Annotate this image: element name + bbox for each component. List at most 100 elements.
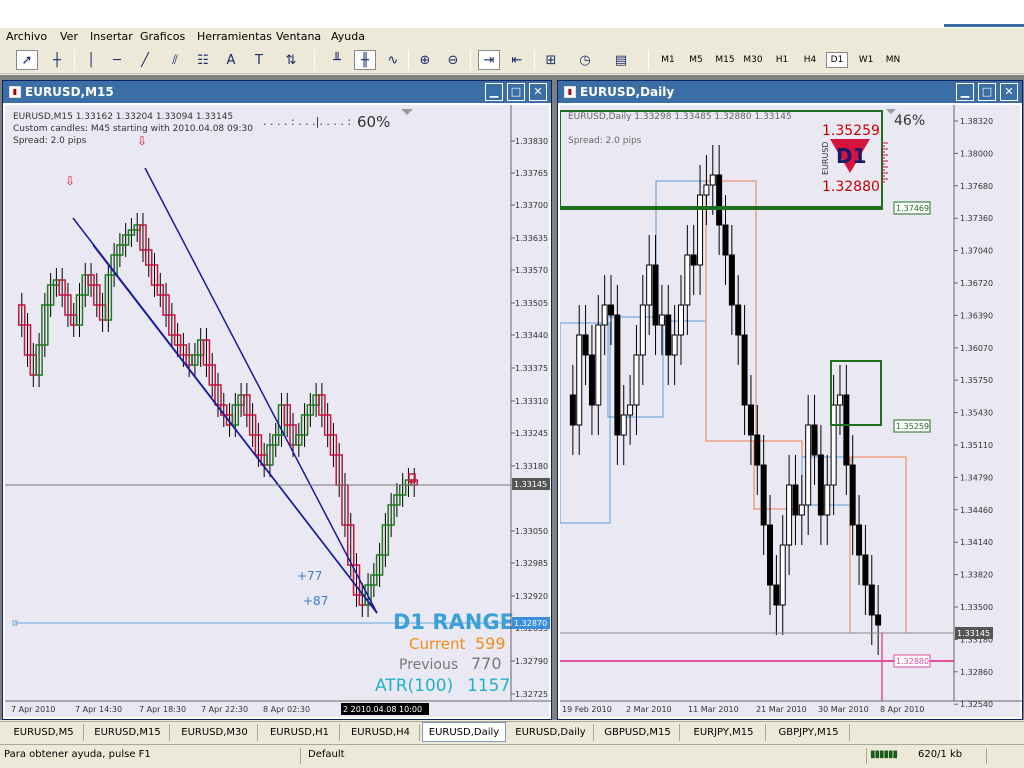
fibonacci-tool-icon[interactable]: ☷ [192, 50, 214, 70]
timeframe-d1[interactable]: D1 [826, 52, 848, 68]
chart-tab[interactable]: GBPJPY,M15 [768, 724, 850, 741]
menu-graficos[interactable]: Graficos [140, 30, 185, 43]
price-tick-label: 1.32860 [960, 668, 993, 677]
crosshair-tool-icon[interactable]: ┼ [46, 50, 68, 70]
timeframe-m5[interactable]: M5 [684, 52, 708, 68]
maximize-button[interactable]: □ [978, 83, 996, 101]
timeframe-m15[interactable]: M15 [712, 52, 738, 68]
candle-body [697, 194, 704, 266]
previous-range-label: Previous [399, 657, 458, 673]
candle-body [722, 224, 729, 256]
fractal-down-arrow-icon: ⇩ [65, 174, 75, 188]
candle-body [716, 174, 723, 226]
atr-value: 1157 [467, 676, 510, 696]
chart-canvas[interactable]: EURUSD,M15 1.33162 1.33204 1.33094 1.331… [5, 105, 551, 719]
chart-tab[interactable]: EURUSD,M30 [172, 724, 258, 741]
chart-tab[interactable]: GBPUSD,M15 [596, 724, 680, 741]
zoom-out-icon[interactable]: ⊖ [442, 50, 464, 70]
timeframe-m30[interactable]: M30 [740, 52, 766, 68]
menu-ver[interactable]: Ver [60, 30, 78, 43]
horizontal-line-tool-icon[interactable]: ─ [106, 50, 128, 70]
chart-tabs-bar: EURUSD,M5 EURUSD,M15 EURUSD,M30 EURUSD,H… [0, 721, 1024, 742]
price-tick-label: 1.33570 [515, 266, 548, 275]
timeframe-h1[interactable]: H1 [770, 52, 794, 68]
trendline[interactable] [92, 244, 378, 614]
toolbar-separator [314, 50, 315, 70]
timeframe-w1[interactable]: W1 [854, 52, 878, 68]
line-chart-icon[interactable]: ∿ [382, 50, 404, 70]
periods-clock-icon[interactable]: ◷ [574, 50, 596, 70]
menu-ayuda[interactable]: Ayuda [331, 30, 365, 43]
templates-icon[interactable]: ▤ [610, 50, 632, 70]
label-tool-icon[interactable]: T [248, 50, 270, 70]
time-tick-label: 7 Apr 22:30 [201, 705, 248, 714]
minimize-button[interactable]: ▁ [956, 83, 974, 101]
chart-tab[interactable]: EURJPY,M15 [682, 724, 766, 741]
price-tick-label: 1.37360 [960, 214, 993, 223]
timeframe-m1[interactable]: M1 [656, 52, 680, 68]
candle-body [671, 334, 678, 356]
candlestick-chart-icon[interactable]: ╫ [354, 50, 376, 70]
time-scale: 19 Feb 2010 2 Mar 2010 11 Mar 2010 21 Mar 2… [562, 705, 924, 714]
candle-body [849, 464, 856, 526]
percent-label: 60% [357, 113, 390, 131]
price-tick-label: 1.37680 [960, 182, 993, 191]
menu-archivo[interactable]: Archivo [6, 30, 47, 43]
chart-tab[interactable]: EURUSD,M5 [4, 724, 84, 741]
arrows-tool-icon[interactable]: ⇅ [280, 50, 302, 70]
menu-herramientas[interactable]: Herramientas [197, 30, 272, 43]
blue-accent-bar [944, 24, 1024, 27]
chart-window-eurusd-m15[interactable]: ▮ EURUSD,M15 ▁ □ ✕ EURUSD,M15 1.33162 1.… [2, 80, 552, 720]
time-tick-label: 7 Apr 14:30 [75, 705, 122, 714]
chart-tab[interactable]: EURUSD,H1 [260, 724, 340, 741]
autoscroll-icon[interactable]: ⇥ [478, 50, 500, 70]
candle-body [684, 254, 691, 306]
chart-window-eurusd-daily[interactable]: ▮ EURUSD,Daily ▁ □ ✕ EURUSD,Daily 1.3329… [557, 80, 1023, 720]
timeframe-h4[interactable]: H4 [798, 52, 822, 68]
d1-range-title: D1 RANGE [393, 610, 514, 634]
menu-insertar[interactable]: Insertar [90, 30, 133, 43]
text-tool-icon[interactable]: A [220, 50, 242, 70]
price-tick-label: 1.32920 [515, 592, 548, 601]
candle-body [754, 434, 761, 466]
zoom-in-icon[interactable]: ⊕ [414, 50, 436, 70]
status-help-text: Para obtener ayuda, pulse F1 [4, 749, 151, 760]
timeframe-mn[interactable]: MN [881, 52, 905, 68]
candles [569, 145, 882, 655]
chart-tab-active[interactable]: EURUSD,Daily [422, 722, 506, 742]
chart-area[interactable]: EURUSD,Daily 1.33298 1.33485 1.32880 1.3… [559, 105, 1022, 719]
bar-chart-icon[interactable]: ╨ [326, 50, 348, 70]
indicators-icon[interactable]: ⊞ [540, 50, 562, 70]
price-tick-label: 1.34460 [960, 506, 993, 515]
price-tick-label: 1.34790 [960, 473, 993, 482]
candle-body [690, 254, 697, 266]
minimize-button[interactable]: ▁ [485, 83, 503, 101]
chart-shift-icon[interactable]: ⇤ [506, 50, 528, 70]
toolbar-separator [74, 50, 75, 70]
chart-info-line: Spread: 2.0 pips [13, 136, 87, 146]
chart-tab[interactable]: EURUSD,Daily [508, 724, 594, 741]
chart-tab[interactable]: EURUSD,M15 [86, 724, 170, 741]
trendline-tool-icon[interactable]: ╱ [134, 50, 156, 70]
chart-canvas[interactable]: EURUSD,Daily 1.33298 1.33485 1.32880 1.3… [559, 105, 1022, 719]
time-tick-label: 7 Apr 2010 [11, 705, 55, 714]
vertical-line-tool-icon[interactable]: │ [80, 50, 102, 70]
chart-window-titlebar[interactable]: ▮ EURUSD,Daily ▁ □ ✕ [558, 81, 1022, 103]
price-tick-label: 1.32725 [515, 690, 548, 699]
chart-info-line: EURUSD,Daily 1.33298 1.33485 1.32880 1.3… [568, 112, 792, 122]
chart-area[interactable]: EURUSD,M15 1.33162 1.33204 1.33094 1.331… [5, 105, 551, 719]
chart-window-titlebar[interactable]: ▮ EURUSD,M15 ▁ □ ✕ [3, 81, 551, 103]
candle-body [811, 424, 818, 456]
menu-ventana[interactable]: Ventana [276, 30, 321, 43]
chart-info-line: Custom candles: M45 starting with 2010.0… [13, 124, 253, 134]
toolbar-separator [408, 50, 409, 70]
level-tag-text: 1.35259 [896, 422, 929, 431]
chart-tab[interactable]: EURUSD,H4 [342, 724, 420, 741]
close-button[interactable]: ✕ [1000, 83, 1018, 101]
trendline[interactable] [144, 167, 378, 614]
channel-tool-icon[interactable]: ⫽ [164, 50, 186, 70]
time-tick-label: 19 Feb 2010 [562, 705, 612, 714]
maximize-button[interactable]: □ [507, 83, 525, 101]
close-button[interactable]: ✕ [529, 83, 547, 101]
cursor-tool-icon[interactable]: ➚ [16, 50, 38, 70]
